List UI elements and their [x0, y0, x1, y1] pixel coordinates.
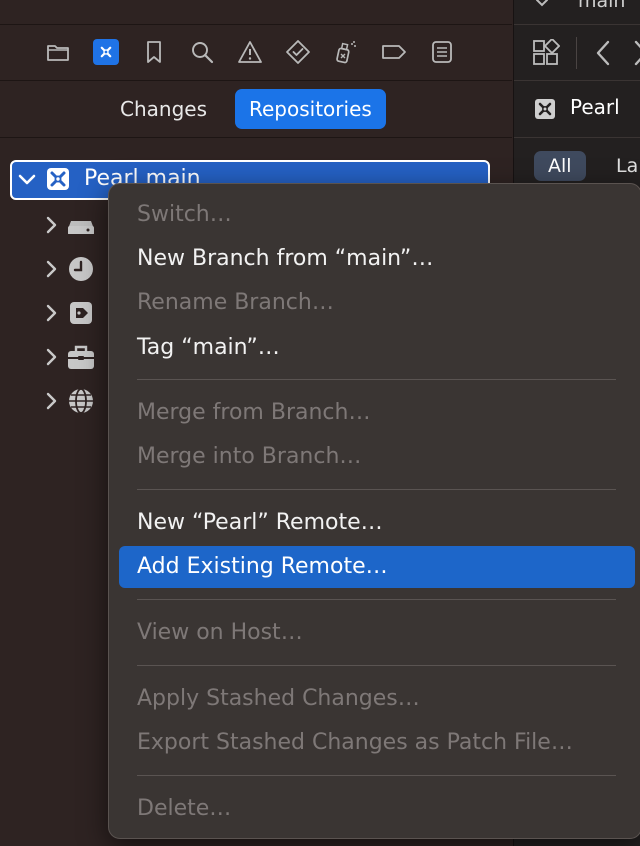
repository-icon [535, 99, 555, 119]
related-items-grid-icon[interactable] [532, 39, 560, 67]
menu-item-delete: Delete… [137, 796, 232, 821]
editor-tab[interactable]: Pearl [514, 81, 640, 138]
remotes-globe-icon [69, 388, 93, 414]
tab-repositories[interactable]: Repositories [235, 89, 386, 129]
test-diamond-icon[interactable] [284, 38, 312, 66]
clock-icon [69, 257, 93, 281]
menu-separator [137, 379, 616, 380]
menu-item-new-branch[interactable]: New Branch from “main”… [119, 242, 635, 276]
forward-arrow-icon[interactable] [632, 39, 640, 67]
menu-separator [137, 599, 616, 600]
editor-top-title: main [578, 0, 626, 12]
menu-item-switch: Switch… [137, 202, 232, 227]
menu-item-merge-into-branch: Merge into Branch… [137, 444, 362, 469]
menu-item-tag[interactable]: Tag “main”… [119, 331, 635, 365]
menu-item-apply-stashed-changes: Apply Stashed Changes… [137, 686, 420, 711]
menu-separator [137, 665, 616, 666]
editor-top-bar: main [514, 0, 640, 25]
menu-item-view-on-host: View on Host… [137, 620, 303, 645]
chevron-right-icon[interactable] [42, 214, 60, 236]
repository-icon [47, 168, 69, 190]
menu-item-new-remote[interactable]: New “Pearl” Remote… [119, 506, 635, 540]
chevron-down-icon[interactable] [534, 0, 550, 10]
tag-icon [70, 302, 92, 324]
back-arrow-icon[interactable] [594, 39, 612, 67]
navigator-tabs: Changes Repositories [0, 81, 512, 138]
context-menu: Switch… New Branch from “main”… Rename B… [108, 183, 640, 839]
folder-icon[interactable] [44, 38, 72, 66]
editor-toolbar [514, 25, 640, 81]
warning-icon[interactable] [236, 38, 264, 66]
stash-box-icon [68, 345, 94, 369]
chevron-right-icon[interactable] [42, 258, 60, 280]
menu-item-merge-from-branch: Merge from Branch… [137, 400, 371, 425]
editor-tab-label: Pearl [570, 95, 620, 119]
navigator-toolbar [0, 25, 512, 81]
branches-drive-icon [68, 221, 94, 234]
chevron-right-icon[interactable] [42, 346, 60, 368]
bookmark-icon[interactable] [140, 38, 168, 66]
filter-bar: All La [514, 138, 640, 188]
menu-item-export-stashed-changes: Export Stashed Changes as Patch File… [137, 730, 573, 755]
breakpoint-tag-icon[interactable] [380, 38, 408, 66]
menu-separator [137, 775, 616, 776]
source-control-icon[interactable] [93, 39, 119, 65]
report-list-icon[interactable] [428, 38, 456, 66]
chevron-right-icon[interactable] [42, 390, 60, 412]
debug-spray-icon[interactable] [332, 38, 360, 66]
navigator-top-strip [0, 0, 512, 25]
menu-item-add-existing-remote[interactable]: Add Existing Remote… [119, 546, 635, 588]
tab-changes[interactable]: Changes [106, 89, 221, 129]
toolbar-divider [576, 37, 577, 69]
chevron-right-icon[interactable] [42, 302, 60, 324]
menu-item-rename-branch: Rename Branch… [137, 290, 334, 315]
chevron-down-icon[interactable] [16, 168, 38, 192]
filter-local[interactable]: La [602, 151, 640, 181]
filter-all[interactable]: All [534, 151, 586, 181]
menu-separator [137, 489, 616, 490]
search-icon[interactable] [188, 38, 216, 66]
